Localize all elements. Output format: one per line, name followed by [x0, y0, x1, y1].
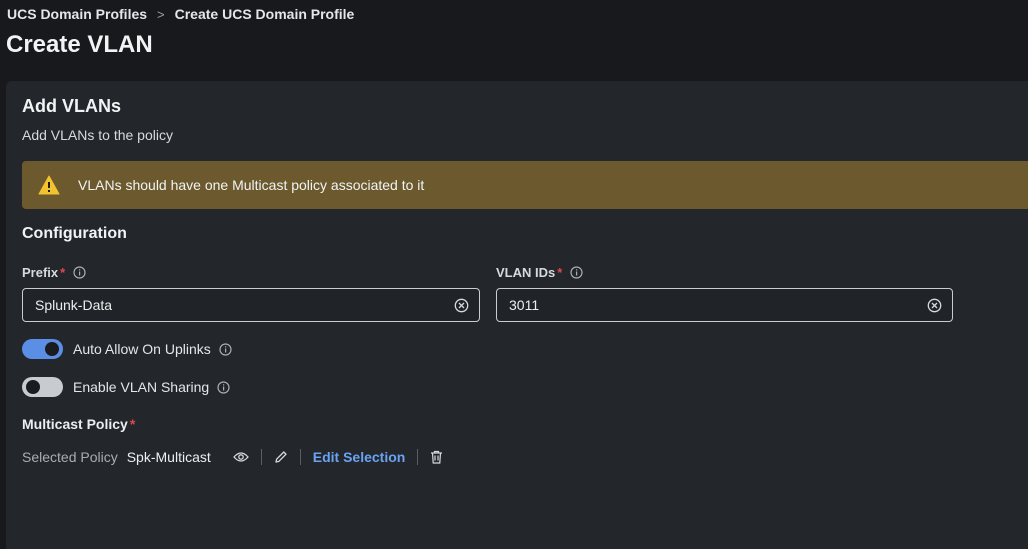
- section-title: Add VLANs: [22, 96, 121, 116]
- page-title: Create VLAN: [6, 31, 153, 58]
- selected-policy-row: Selected Policy Spk-Multicast Edit Selec…: [22, 449, 443, 465]
- vlan-ids-input-wrapper: [496, 288, 953, 322]
- vlan-sharing-label: Enable VLAN Sharing: [73, 379, 210, 395]
- clear-prefix-icon[interactable]: [454, 298, 469, 313]
- warning-triangle-icon: [38, 175, 60, 195]
- add-vlans-panel: Add VLANs Add VLANs to the policy VLANs …: [6, 81, 1028, 549]
- selected-policy-value: Spk-Multicast: [126, 449, 211, 465]
- auto-allow-row: Auto Allow On Uplinks: [22, 339, 232, 359]
- configuration-title: Configuration: [22, 225, 127, 242]
- breadcrumb-separator: >: [157, 6, 165, 22]
- vlan-ids-label: VLAN IDs *: [496, 265, 583, 280]
- multicast-warning-banner: VLANs should have one Multicast policy a…: [22, 161, 1028, 209]
- selected-policy-label: Selected Policy: [22, 449, 118, 465]
- info-icon[interactable]: [73, 266, 86, 279]
- prefix-input-wrapper: [22, 288, 480, 322]
- toggle-knob: [26, 380, 40, 394]
- trash-icon[interactable]: [430, 450, 443, 464]
- required-mark: *: [129, 416, 136, 432]
- prefix-input[interactable]: [35, 297, 454, 313]
- vlan-ids-input[interactable]: [509, 297, 927, 313]
- info-icon[interactable]: [570, 266, 583, 279]
- eye-icon[interactable]: [232, 451, 249, 463]
- pencil-icon[interactable]: [274, 450, 288, 464]
- multicast-policy-label-text: Multicast Policy: [22, 416, 128, 432]
- prefix-label: Prefix *: [22, 265, 86, 280]
- required-mark: *: [60, 265, 66, 280]
- warning-text: VLANs should have one Multicast policy a…: [78, 177, 425, 193]
- vlan-sharing-row: Enable VLAN Sharing: [22, 377, 230, 397]
- toggle-knob: [45, 342, 59, 356]
- breadcrumb-ucs-domain-profiles[interactable]: UCS Domain Profiles: [7, 6, 147, 22]
- divider: [260, 449, 262, 465]
- breadcrumb-create-ucs-domain-profile[interactable]: Create UCS Domain Profile: [175, 6, 355, 22]
- vlan-ids-label-text: VLAN IDs: [496, 265, 556, 280]
- info-icon[interactable]: [219, 342, 232, 356]
- section-subtitle: Add VLANs to the policy: [22, 127, 173, 143]
- info-icon[interactable]: [217, 380, 230, 394]
- auto-allow-toggle[interactable]: [22, 339, 63, 359]
- vlan-sharing-toggle[interactable]: [22, 377, 63, 397]
- divider: [417, 449, 419, 465]
- edit-selection-link[interactable]: Edit Selection: [313, 449, 406, 465]
- prefix-label-text: Prefix: [22, 265, 59, 280]
- required-mark: *: [557, 265, 563, 280]
- auto-allow-label: Auto Allow On Uplinks: [73, 341, 211, 357]
- divider: [299, 449, 301, 465]
- clear-vlan-ids-icon[interactable]: [927, 298, 942, 313]
- multicast-policy-label: Multicast Policy *: [22, 416, 135, 432]
- breadcrumb: UCS Domain Profiles > Create UCS Domain …: [7, 6, 354, 22]
